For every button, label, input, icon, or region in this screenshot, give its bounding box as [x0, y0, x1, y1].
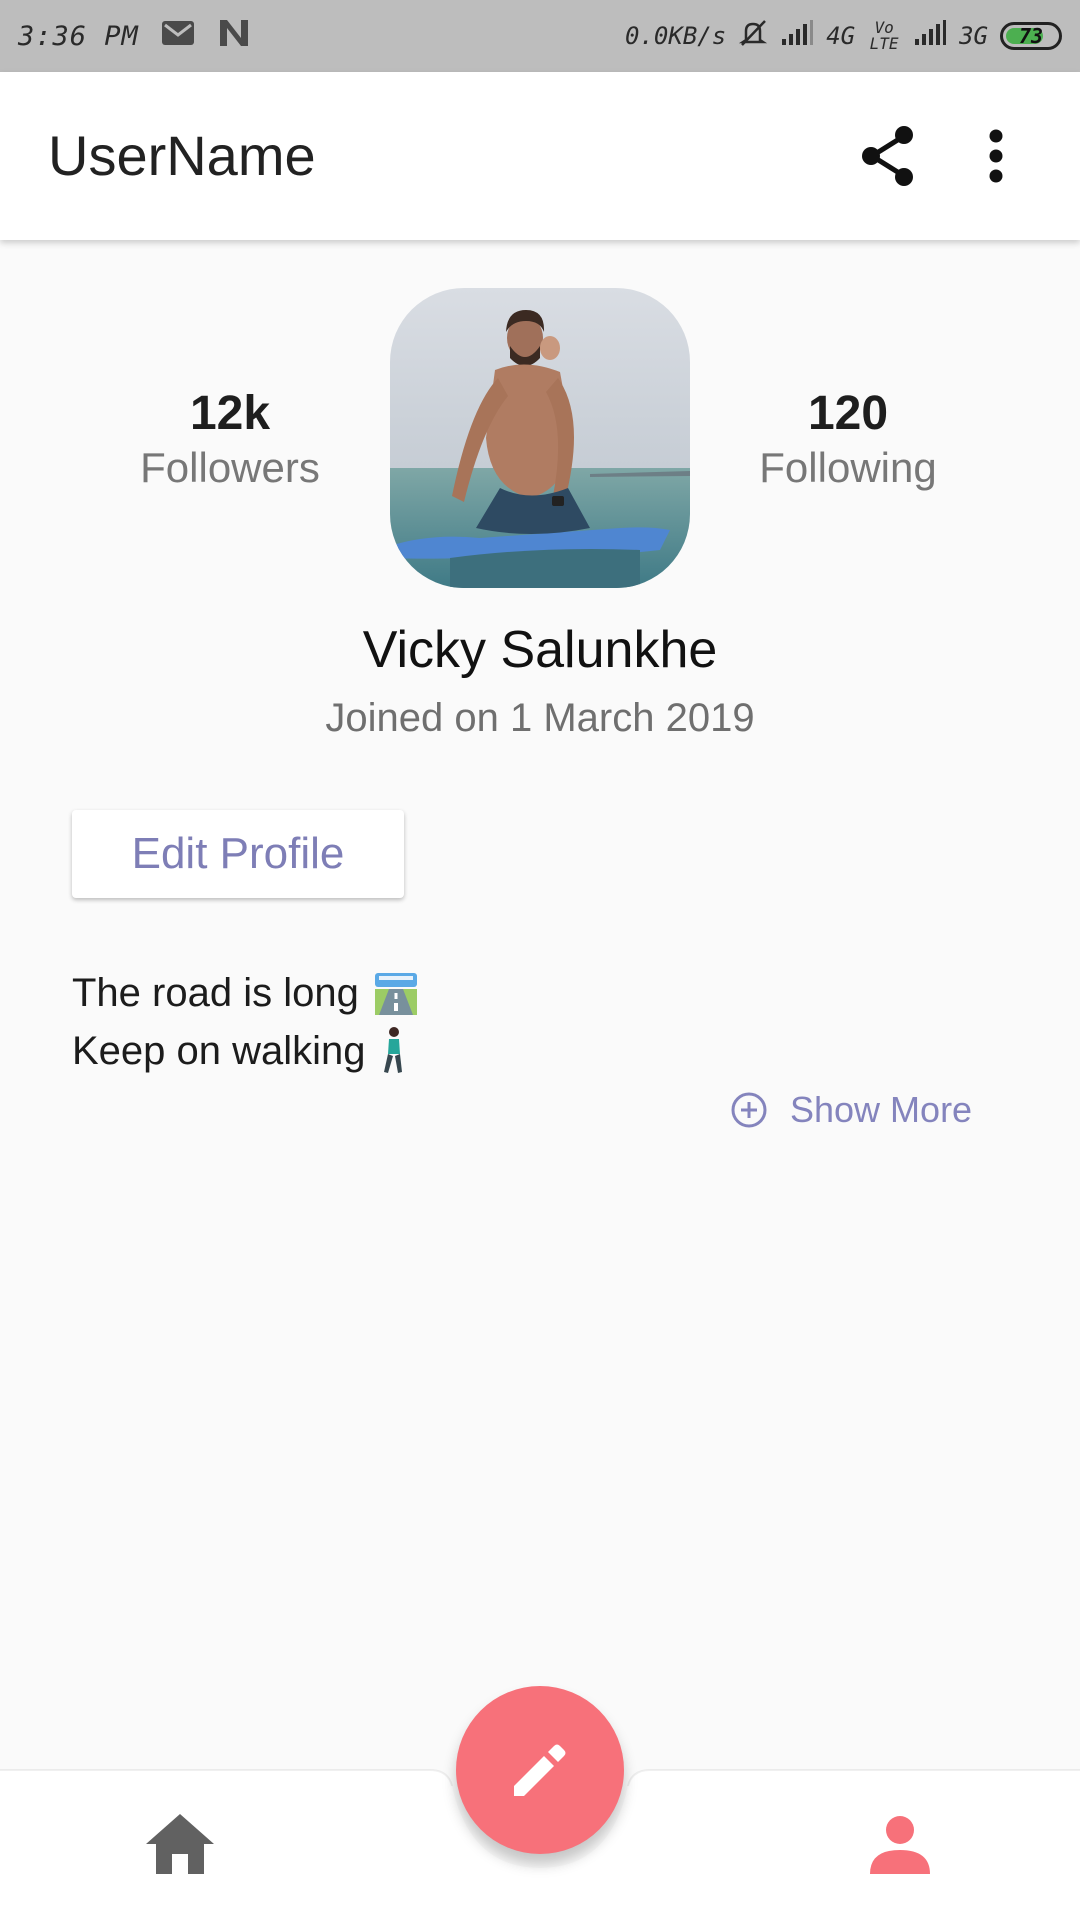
battery-percent: 73: [1018, 24, 1044, 48]
road-emoji: [374, 973, 417, 1015]
bio-line-1: The road is long: [72, 971, 359, 1015]
edit-profile-button[interactable]: Edit Profile: [72, 810, 404, 898]
home-nav-button[interactable]: [140, 1808, 220, 1880]
share-icon: [862, 126, 913, 186]
following-stat[interactable]: 120 Following: [698, 386, 998, 494]
n-app-icon: [217, 18, 251, 55]
page-title: UserName: [48, 124, 316, 187]
signal-icon: [780, 19, 814, 54]
profile-photo: [390, 288, 690, 588]
joined-date: Joined on 1 March 2019: [325, 696, 755, 740]
network-type-1: 4G: [826, 22, 856, 50]
following-count: 120: [807, 387, 889, 440]
network-type-2: 3G: [959, 22, 988, 50]
status-bar: 3:36 PM 0.0KB/s 4G Vo LTE 3G 73: [0, 0, 1080, 72]
bio-line: The road is long: [72, 964, 421, 1022]
followers-stat[interactable]: 12k Followers: [80, 386, 380, 494]
mute-icon: [738, 18, 768, 55]
add-circle-icon: [731, 1092, 767, 1128]
signal-icon: [913, 19, 947, 54]
followers-count: 12k: [189, 387, 271, 440]
following-label: Following: [759, 444, 937, 491]
bio-line: Keep on walking: [72, 1022, 421, 1080]
app-bar: UserName: [0, 72, 1080, 240]
show-more-label: Show More: [790, 1089, 973, 1130]
share-button[interactable]: [852, 120, 924, 192]
profile-name: Vicky Salunkhe: [362, 621, 718, 679]
battery-icon: 73: [1000, 22, 1062, 50]
network-speed: 0.0KB/s: [625, 22, 727, 50]
volte-label: Vo LTE: [869, 18, 899, 53]
bio-line-2: Keep on walking: [72, 1029, 366, 1073]
show-more-button[interactable]: Show More: [730, 1086, 972, 1134]
profile-nav-button[interactable]: [860, 1808, 940, 1880]
walking-person-emoji: [383, 1027, 402, 1073]
bio: The road is long Keep on walking: [72, 964, 421, 1080]
more-options-button[interactable]: [960, 120, 1032, 192]
gmail-icon: [161, 20, 195, 53]
status-time: 3:36 PM: [18, 20, 139, 52]
edit-fab[interactable]: [456, 1686, 624, 1854]
edit-icon: [514, 1744, 566, 1796]
more-vert-icon: [989, 129, 1003, 183]
avatar[interactable]: [390, 288, 690, 588]
home-icon: [146, 1814, 214, 1874]
followers-label: Followers: [140, 444, 320, 491]
person-icon: [870, 1816, 930, 1874]
